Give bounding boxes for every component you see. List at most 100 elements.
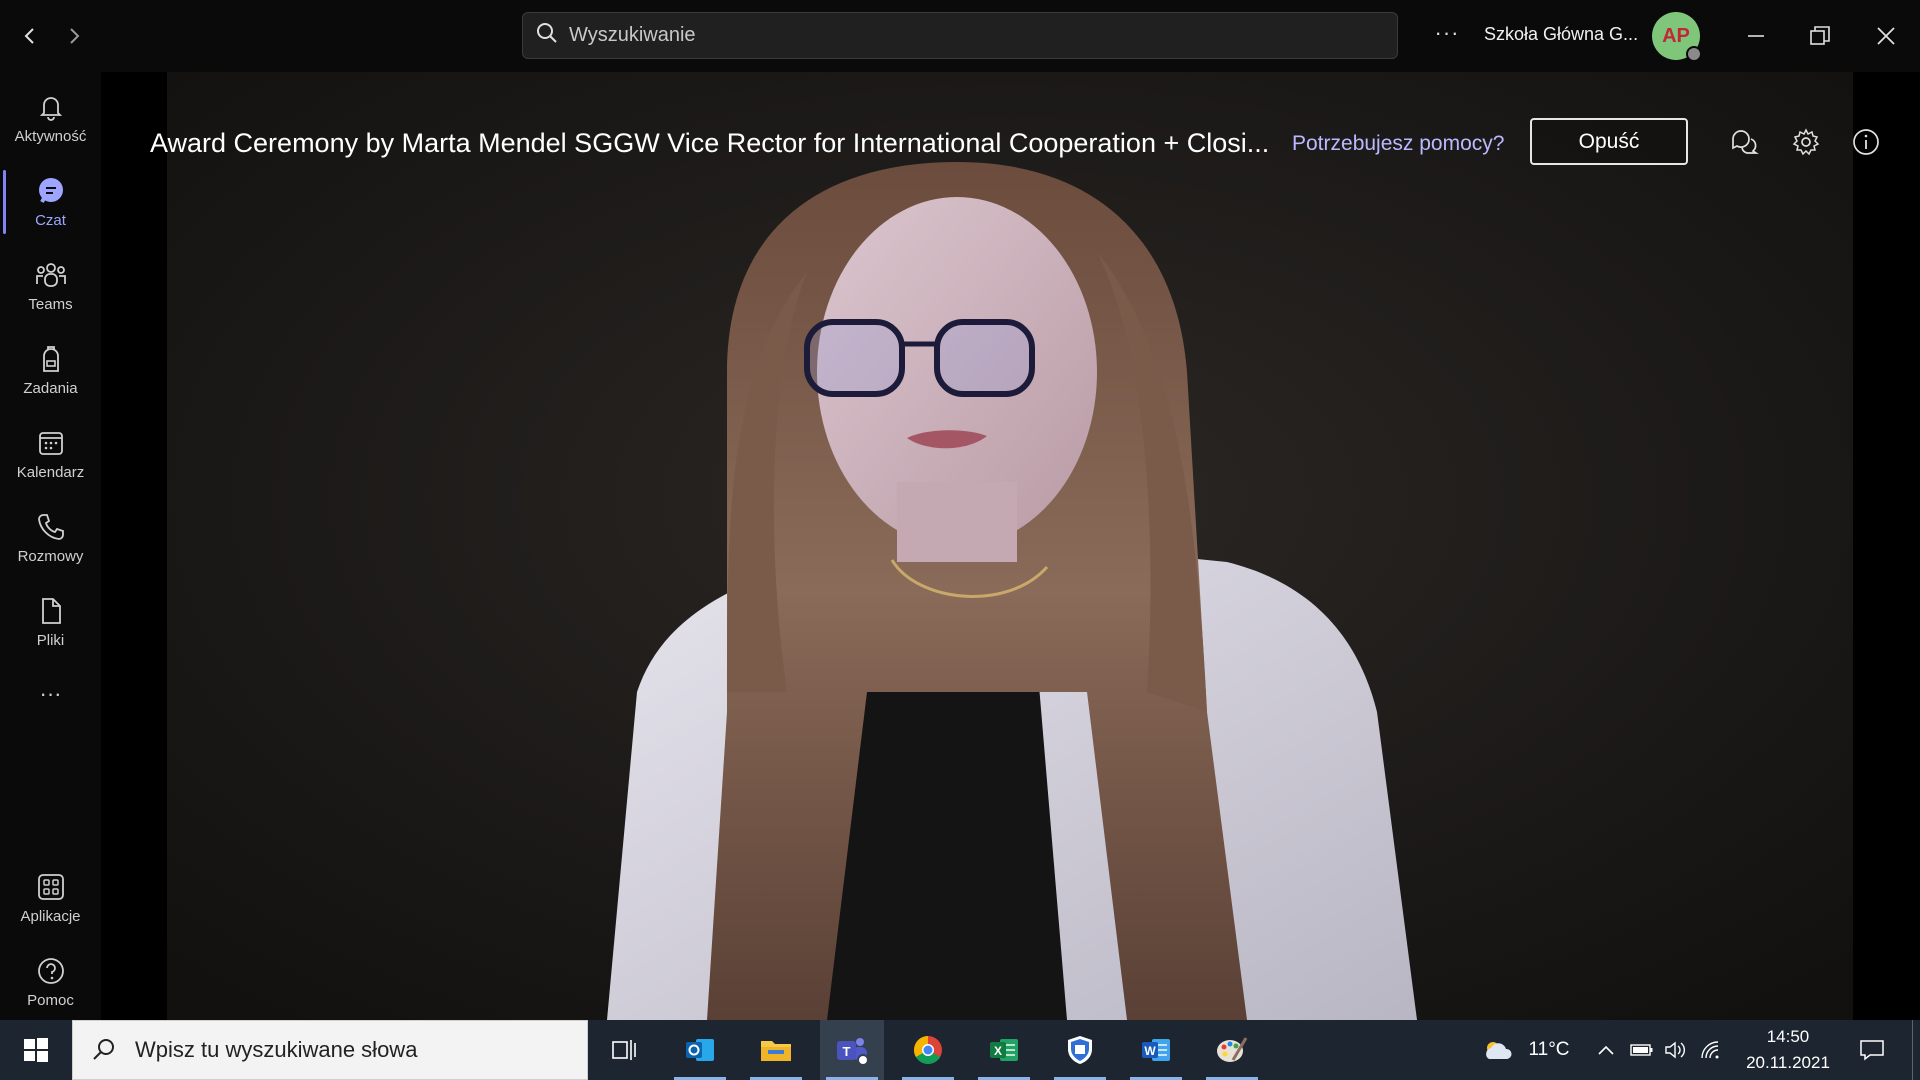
rail-item-label: Aktywność [14, 127, 87, 145]
speaker-video-image [167, 72, 1853, 1020]
rail-item-teams[interactable]: Teams [0, 244, 101, 328]
battery-icon [1630, 1044, 1653, 1056]
rail-item-help[interactable]: Pomoc [0, 940, 101, 1024]
app-bar: Aktywność Czat Teams Zadania Kalendarz R… [0, 72, 101, 1020]
close-icon [1877, 27, 1895, 45]
rail-item-apps[interactable]: Aplikacje [0, 856, 101, 940]
task-view-button[interactable] [592, 1020, 656, 1080]
svg-text:T: T [843, 1044, 851, 1059]
minimize-icon [1748, 35, 1764, 37]
rail-item-label: Teams [28, 295, 73, 313]
taskbar-file-explorer[interactable] [744, 1020, 808, 1080]
taskbar-defender[interactable] [1048, 1020, 1112, 1080]
leave-button[interactable]: Opuść [1530, 118, 1688, 165]
chevron-up-icon [1598, 1045, 1614, 1055]
teams-icon: T [837, 1038, 869, 1066]
svg-text:W: W [1144, 1044, 1156, 1058]
system-clock[interactable]: 14:50 20.11.2021 [1730, 1024, 1846, 1076]
settings-button[interactable] [1788, 124, 1824, 160]
calendar-icon [38, 431, 63, 455]
rail-item-files[interactable]: Pliki [0, 580, 101, 664]
restore-icon [1810, 26, 1830, 45]
taskbar-excel[interactable]: X [972, 1020, 1036, 1080]
title-bar: Wyszukiwanie ··· Szkoła Główna G... AP [0, 0, 1920, 72]
wifi-icon [1701, 1041, 1719, 1059]
meeting-stage [101, 72, 1920, 1020]
search-placeholder: Wyszukiwanie [569, 24, 696, 46]
taskbar-word[interactable]: W [1124, 1020, 1188, 1080]
status-indicator [1686, 46, 1702, 62]
organization-name[interactable]: Szkoła Główna G... [1484, 24, 1638, 45]
more-options-button[interactable]: ··· [1432, 18, 1462, 54]
qa-button[interactable] [1726, 124, 1762, 160]
rail-item-calendar[interactable]: Kalendarz [0, 412, 101, 496]
rail-item-activity[interactable]: Aktywność [0, 76, 101, 160]
show-desktop-button[interactable] [1912, 1020, 1920, 1080]
start-button[interactable] [0, 1020, 72, 1080]
speaker-icon [1665, 1041, 1685, 1059]
taskbar-outlook[interactable] [668, 1020, 732, 1080]
rail-item-label: Kalendarz [16, 463, 85, 481]
qa-icon [1732, 130, 1759, 154]
volume-control[interactable] [1660, 1020, 1690, 1080]
outlook-icon [686, 1039, 714, 1061]
defender-icon [1068, 1036, 1092, 1064]
chrome-icon [914, 1036, 942, 1064]
notification-icon [1860, 1040, 1884, 1061]
avatar-initials: AP [1662, 24, 1690, 47]
windows-taskbar: Wpisz tu wyszukiwane słowa T X W 11°C 14… [0, 1020, 1920, 1080]
rail-item-chat[interactable]: Czat [0, 160, 101, 244]
clock-date: 20.11.2021 [1746, 1053, 1830, 1072]
taskbar-search-placeholder: Wpisz tu wyszukiwane słowa [135, 1037, 418, 1062]
file-icon [41, 597, 61, 624]
weather-temperature[interactable]: 11°C [1524, 1020, 1574, 1080]
info-icon [1853, 129, 1879, 155]
rail-item-label: Czat [35, 211, 66, 229]
task-view-icon [612, 1040, 636, 1060]
apps-icon [37, 873, 64, 900]
taskbar-chrome[interactable] [896, 1020, 960, 1080]
help-icon [37, 957, 64, 984]
minimize-button[interactable] [1736, 18, 1776, 54]
video-feed[interactable] [167, 72, 1853, 1020]
chat-icon [38, 177, 63, 203]
taskbar-teams[interactable]: T [820, 1020, 884, 1080]
weather-button[interactable] [1478, 1020, 1518, 1080]
paint-icon [1217, 1037, 1248, 1062]
backpack-icon [42, 345, 59, 372]
rail-item-label: Aplikacje [20, 907, 81, 925]
rail-more-button[interactable]: ··· [0, 664, 101, 724]
action-center-button[interactable] [1850, 1020, 1894, 1080]
search-icon [93, 1039, 114, 1060]
rail-item-label: Pliki [36, 631, 65, 649]
back-arrow-icon[interactable] [12, 18, 48, 54]
bell-icon [39, 96, 62, 121]
excel-icon: X [990, 1039, 1018, 1061]
rail-item-label: Pomoc [27, 991, 74, 1009]
teams-icon [35, 262, 66, 287]
close-button[interactable] [1866, 18, 1906, 54]
rail-item-calls[interactable]: Rozmowy [0, 496, 101, 580]
help-link[interactable]: Potrzebujesz pomocy? [1292, 132, 1504, 156]
search-input[interactable]: Wyszukiwanie [522, 12, 1398, 59]
file-explorer-icon [761, 1041, 791, 1061]
battery-status[interactable] [1628, 1020, 1656, 1080]
restore-button[interactable] [1800, 18, 1840, 54]
forward-arrow-icon[interactable] [56, 18, 92, 54]
gear-icon [1792, 128, 1820, 156]
avatar[interactable]: AP [1652, 12, 1702, 62]
rail-item-label: Rozmowy [17, 547, 84, 565]
taskbar-paint[interactable] [1200, 1020, 1264, 1080]
phone-icon [37, 513, 64, 540]
windows-logo-icon [24, 1038, 48, 1062]
network-status[interactable] [1696, 1020, 1726, 1080]
show-hidden-icons-button[interactable] [1592, 1020, 1620, 1080]
word-icon: W [1142, 1039, 1170, 1061]
svg-text:X: X [994, 1044, 1002, 1058]
rail-item-assignments[interactable]: Zadania [0, 328, 101, 412]
info-button[interactable] [1848, 124, 1884, 160]
clock-time: 14:50 [1766, 1027, 1810, 1046]
meeting-title: Award Ceremony by Marta Mendel SGGW Vice… [150, 128, 1270, 158]
taskbar-search-box[interactable]: Wpisz tu wyszukiwane słowa [72, 1020, 588, 1080]
cloud-icon [1486, 1042, 1512, 1059]
